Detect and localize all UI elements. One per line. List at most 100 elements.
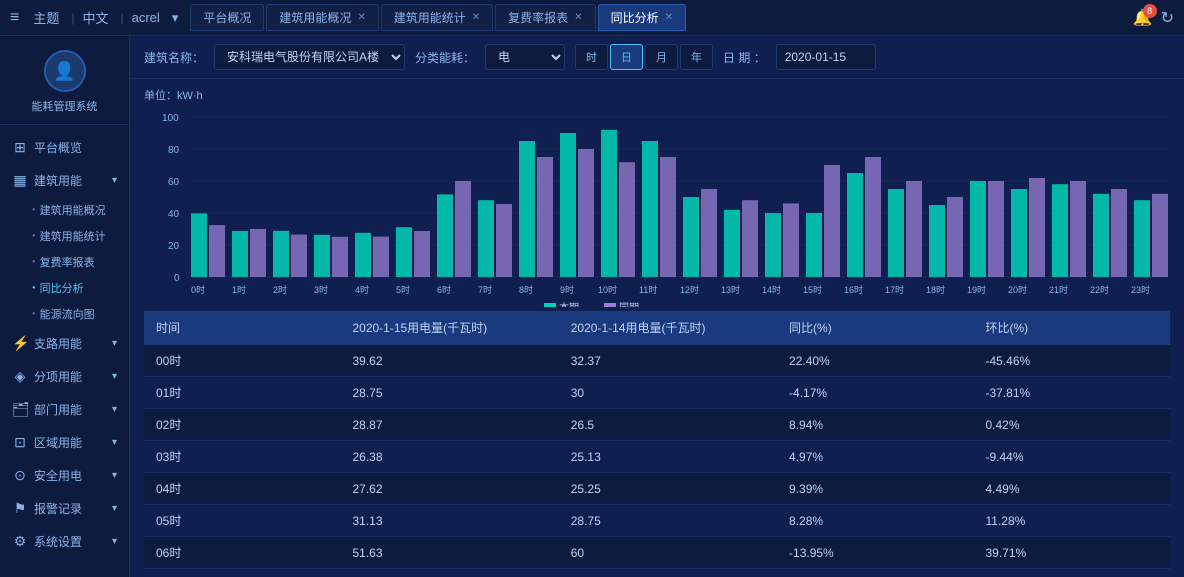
sidebar-sub-yoy[interactable]: 同比分析: [20, 275, 129, 301]
sidebar-item-building[interactable]: ▦ 建筑用能 ▾: [0, 164, 129, 197]
col-header-mom: 环比(%): [974, 311, 1171, 345]
table-row: 01时28.7530-4.17%-37.81%: [144, 377, 1170, 409]
cell-cur: 28.75: [340, 377, 558, 409]
sidebar-item-dept[interactable]: 🗂 部门用能 ▾: [0, 393, 129, 426]
svg-text:9时: 9时: [560, 284, 574, 295]
safety-icon: ⊙: [12, 467, 28, 484]
tab-建筑用能统计[interactable]: 建筑用能统计✕: [381, 4, 493, 31]
cell-prev: 26.5: [559, 409, 777, 441]
tab-同比分析[interactable]: 同比分析✕: [598, 4, 686, 31]
cell-time: 06时: [144, 537, 340, 569]
table-row: 05时31.1328.758.28%11.28%: [144, 505, 1170, 537]
cell-prev: 45.63: [559, 569, 777, 577]
tab-close-icon[interactable]: ✕: [357, 12, 365, 23]
svg-text:0: 0: [174, 273, 180, 284]
sidebar-item-settings[interactable]: ⚙ 系统设置 ▾: [0, 525, 129, 558]
sidebar-item-settings-label: 系统设置: [34, 533, 82, 550]
cell-cur: 39.62: [340, 345, 558, 377]
cell-time: 05时: [144, 505, 340, 537]
svg-text:14时: 14时: [762, 284, 781, 295]
table-area: 时间 2020-1-15用电量(千瓦时) 2020-1-14用电量(千瓦时) 同…: [130, 311, 1184, 577]
cell-cur: 51.63: [340, 537, 558, 569]
cell-cur: 26.38: [340, 441, 558, 473]
top-icons: 🔔 8 ↻: [1133, 8, 1174, 28]
sidebar-item-subitem[interactable]: ◈ 分项用能 ▾: [0, 360, 129, 393]
svg-text:10时: 10时: [598, 284, 617, 295]
dept-icon: 🗂: [12, 401, 28, 418]
table-row: 02时28.8726.58.94%0.42%: [144, 409, 1170, 441]
svg-text:同期: 同期: [619, 302, 639, 307]
sidebar-nav: ⊞ 平台概览 ▦ 建筑用能 ▾ 建筑用能概况 建筑用能统计 复费率报表 同比分析…: [0, 125, 129, 577]
chart-unit: 单位：kW·h: [144, 87, 1170, 103]
cell-yoy: 8.28%: [777, 505, 973, 537]
svg-text:16时: 16时: [844, 284, 863, 295]
sidebar-item-safety[interactable]: ⊙ 安全用电 ▾: [0, 459, 129, 492]
lang-label[interactable]: 中文: [82, 8, 108, 27]
sidebar-sub-building-overview[interactable]: 建筑用能概况: [20, 197, 129, 223]
svg-text:6时: 6时: [437, 284, 451, 295]
tab-close-icon[interactable]: ✕: [472, 12, 480, 23]
sidebar-sub-building-stats[interactable]: 建筑用能统计: [20, 223, 129, 249]
alarm-icon: ⚑: [12, 500, 28, 517]
subitem-icon: ◈: [12, 368, 28, 385]
cell-cur: 31.13: [340, 505, 558, 537]
cell-cur: 48: [340, 569, 558, 577]
sidebar-item-platform[interactable]: ⊞ 平台概览: [0, 131, 129, 164]
tab-平台概况[interactable]: 平台概况: [190, 4, 264, 31]
cell-prev: 60: [559, 537, 777, 569]
avatar: 👤: [44, 50, 86, 92]
date-btn-day[interactable]: 日: [610, 44, 643, 70]
svg-text:5时: 5时: [396, 284, 410, 295]
main-content: 建筑名称： 安科瑞电气股份有限公司A楼 分类能耗： 电 时 日 月 年 日 期 …: [130, 36, 1184, 577]
category-select[interactable]: 电: [485, 44, 565, 70]
sidebar-item-building-label: 建筑用能: [34, 172, 82, 189]
col-header-yoy: 同比(%): [777, 311, 973, 345]
svg-text:20时: 20时: [1008, 284, 1027, 295]
region-chevron: ▾: [112, 437, 117, 448]
sidebar-sub-energy-flow[interactable]: 能源流向图: [20, 301, 129, 327]
refresh-icon[interactable]: ↻: [1161, 8, 1174, 28]
svg-text:1时: 1时: [232, 284, 246, 295]
date-btn-year[interactable]: 年: [680, 44, 713, 70]
menu-icon[interactable]: ≡: [10, 9, 19, 27]
tab-建筑用能概况[interactable]: 建筑用能概况✕: [266, 4, 378, 31]
cell-prev: 25.13: [559, 441, 777, 473]
user-label: acrel: [132, 10, 160, 25]
user-dropdown-icon[interactable]: ▾: [172, 10, 179, 26]
cell-yoy: -4.17%: [777, 377, 973, 409]
cell-time: 00时: [144, 345, 340, 377]
svg-text:2时: 2时: [273, 284, 287, 295]
cell-cur: 27.62: [340, 473, 558, 505]
svg-text:18时: 18时: [926, 284, 945, 295]
cell-time: 03时: [144, 441, 340, 473]
col-header-cur: 2020-1-15用电量(千瓦时): [340, 311, 558, 345]
sidebar-sub-building: 建筑用能概况 建筑用能统计 复费率报表 同比分析 能源流向图: [0, 197, 129, 327]
sidebar-item-region[interactable]: ⊡ 区域用能 ▾: [0, 426, 129, 459]
main-layout: 👤 能耗管理系统 ⊞ 平台概览 ▦ 建筑用能 ▾ 建筑用能概况 建筑用能统计 复…: [0, 36, 1184, 577]
dept-chevron: ▾: [112, 404, 117, 415]
cell-time: 07时: [144, 569, 340, 577]
svg-text:60: 60: [168, 177, 180, 188]
tab-close-icon[interactable]: ✕: [665, 12, 673, 23]
building-select[interactable]: 安科瑞电气股份有限公司A楼: [214, 44, 405, 70]
subitem-chevron: ▾: [112, 371, 117, 382]
date-btn-hour[interactable]: 时: [575, 44, 608, 70]
svg-text:23时: 23时: [1131, 284, 1150, 295]
svg-text:19时: 19时: [967, 284, 986, 295]
svg-text:80: 80: [168, 145, 180, 156]
cell-mom: 0.42%: [974, 409, 1171, 441]
tab-close-icon[interactable]: ✕: [574, 12, 582, 23]
tab-复费率报表[interactable]: 复费率报表✕: [495, 4, 595, 31]
notification-icon[interactable]: 🔔 8: [1133, 8, 1153, 28]
svg-text:本期: 本期: [559, 301, 579, 307]
sidebar-item-branch[interactable]: ⚡ 支路用能 ▾: [0, 327, 129, 360]
date-btn-month[interactable]: 月: [645, 44, 678, 70]
sidebar-item-alarm[interactable]: ⚑ 报警记录 ▾: [0, 492, 129, 525]
sidebar-sub-tariff[interactable]: 复费率报表: [20, 249, 129, 275]
date-input[interactable]: [776, 44, 876, 70]
cell-mom: -45.46%: [974, 345, 1171, 377]
svg-text:13时: 13时: [721, 284, 740, 295]
filter-bar: 建筑名称： 安科瑞电气股份有限公司A楼 分类能耗： 电 时 日 月 年 日 期 …: [130, 36, 1184, 79]
date-btn-group: 时 日 月 年: [575, 44, 713, 70]
svg-text:21时: 21时: [1049, 284, 1068, 295]
